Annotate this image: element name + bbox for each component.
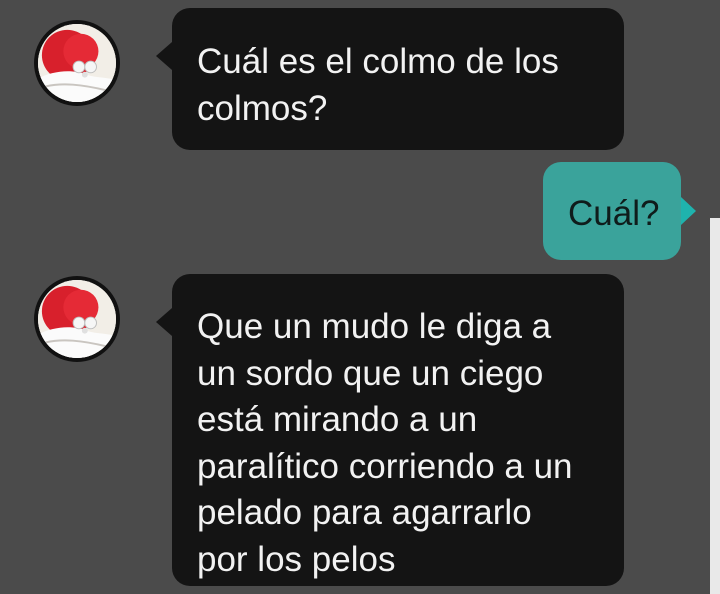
scrollbar[interactable] — [710, 218, 720, 594]
message-text: Que un mudo le diga a un sordo que un ci… — [197, 307, 573, 579]
red-hat-santa-avatar-icon — [38, 280, 116, 358]
red-hat-santa-avatar-icon — [38, 24, 116, 102]
outgoing-message-bubble[interactable]: Cuál? — [543, 162, 696, 260]
incoming-message-bubble[interactable]: Que un mudo le diga a un sordo que un ci… — [156, 274, 624, 586]
sender-avatar[interactable] — [34, 20, 120, 106]
message-text: Cuál? — [568, 194, 660, 233]
chat-conversation: Cuál es el colmo de los colmos? Cuál? Qu… — [0, 0, 720, 594]
message-text: Cuál es el colmo de los colmos? — [197, 42, 559, 128]
incoming-message-bubble[interactable]: Cuál es el colmo de los colmos? — [156, 8, 624, 150]
sender-avatar[interactable] — [34, 276, 120, 362]
